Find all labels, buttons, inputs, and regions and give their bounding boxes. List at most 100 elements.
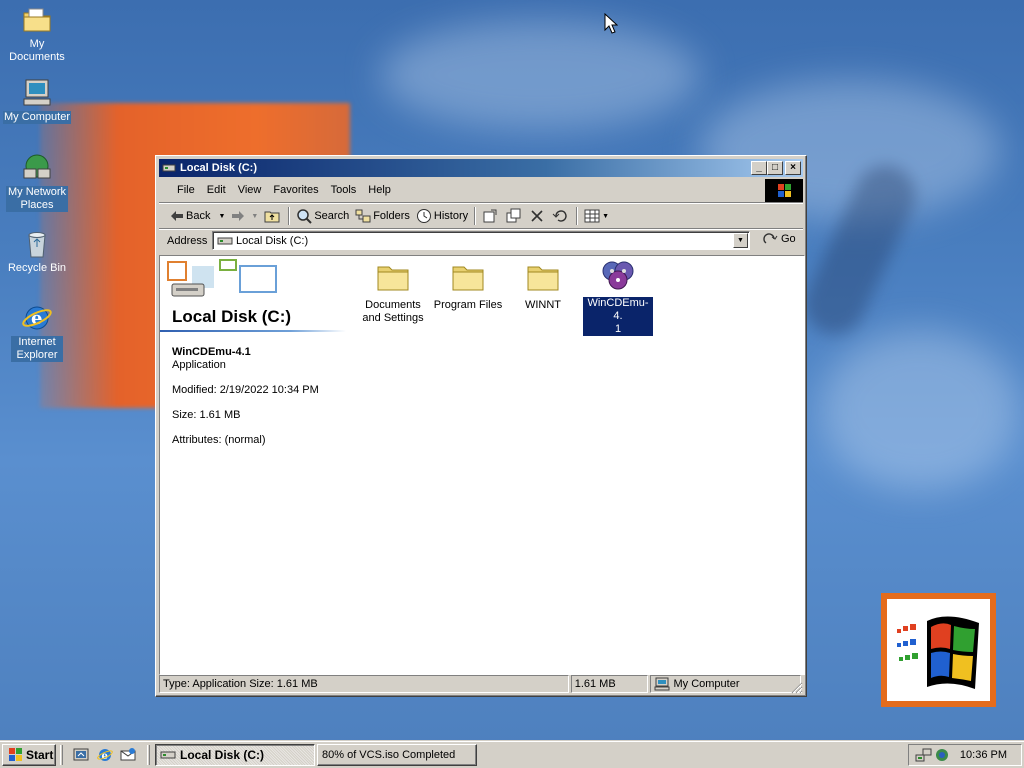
copy-to-button[interactable] (503, 205, 527, 227)
status-size: 1.61 MB (570, 675, 649, 693)
status-zone: My Computer (650, 675, 801, 693)
up-folder-icon (264, 211, 280, 223)
file-item-program-files[interactable]: Program Files (432, 261, 504, 312)
menu-file[interactable]: File (171, 184, 201, 196)
toolbar-separator (576, 207, 579, 225)
windows-flag-logo-icon (897, 616, 979, 689)
pane-divider (160, 330, 346, 332)
desktop-icon-label: Recycle Bin (7, 262, 67, 274)
folders-label: Folders (373, 210, 410, 222)
windows-2000-logo (881, 593, 996, 707)
back-arrow-icon (171, 211, 183, 221)
history-label: History (433, 210, 469, 222)
go-label: Go (781, 233, 796, 245)
chevron-down-icon: ▼ (218, 212, 226, 220)
forward-button[interactable]: ▼ (228, 205, 261, 227)
desktop-icon-internet-explorer[interactable]: e Internet Explorer (0, 302, 74, 362)
forward-arrow-icon (232, 211, 245, 221)
chevron-down-icon: ▼ (602, 212, 610, 220)
windows-throbber (765, 179, 803, 202)
standard-toolbar: Back ▼ ▼ Search Folders History ▼ (159, 204, 803, 228)
drive-icon (217, 237, 233, 244)
file-item-documents-and-settings[interactable]: Documents and Settings (357, 261, 429, 325)
minimize-button[interactable]: _ (751, 161, 767, 175)
delete-x-icon (531, 210, 543, 222)
views-button[interactable]: ▼ (581, 205, 612, 227)
desktop-icon-label: My Network Places (6, 186, 68, 212)
desktop-icon-recycle-bin[interactable]: Recycle Bin (0, 228, 74, 275)
desktop-icon-my-documents[interactable]: My Documents (0, 4, 74, 64)
menu-tools[interactable]: Tools (325, 184, 363, 196)
task-label: Local Disk (C:) (180, 748, 265, 762)
selected-file-size: Size: 1.61 MB (172, 409, 241, 421)
history-button[interactable]: History (413, 205, 471, 227)
go-arrow-icon (763, 233, 778, 244)
toolbar-separator (474, 207, 477, 225)
address-input[interactable]: Local Disk (C:) ▼ (212, 231, 750, 250)
network-places-icon (21, 152, 53, 184)
folder-icon (451, 261, 485, 293)
desktop-icon-label: My Computer (2, 111, 72, 124)
wallpaper-cloud (380, 20, 700, 130)
wallpaper-cloud (820, 330, 1020, 490)
address-value: Local Disk (C:) (236, 234, 309, 247)
file-item-winnt[interactable]: WINNT (507, 261, 579, 312)
web-view-pane: Local Disk (C:) WinCDEmu-4.1 Application… (160, 256, 350, 674)
show-desktop-icon[interactable] (73, 747, 89, 763)
search-button[interactable]: Search (293, 205, 352, 227)
address-dropdown-button[interactable]: ▼ (733, 233, 748, 248)
folder-icon (376, 261, 410, 293)
menu-bar: File Edit View Favorites Tools Help (159, 180, 803, 200)
volume-tray-icon[interactable] (934, 747, 950, 763)
web-view-banner-graphic (167, 259, 277, 297)
file-item-label: Documents and Settings (362, 299, 424, 324)
menu-favorites[interactable]: Favorites (267, 184, 324, 196)
menu-help[interactable]: Help (362, 184, 397, 196)
title-bar[interactable]: Local Disk (C:) _ □ × (159, 159, 803, 177)
my-computer-icon (21, 77, 53, 109)
back-button[interactable]: Back ▼ (167, 205, 228, 227)
maximize-button[interactable]: □ (767, 161, 783, 175)
resize-grip-icon[interactable] (791, 682, 803, 694)
move-to-button[interactable] (479, 205, 503, 227)
desktop-icon-network-places[interactable]: My Network Places (0, 152, 74, 212)
folders-button[interactable]: Folders (352, 205, 413, 227)
task-label: 80% of VCS.iso Completed (322, 749, 456, 761)
toolbar-separator (288, 207, 291, 225)
mouse-cursor-icon (604, 13, 618, 34)
menu-edit[interactable]: Edit (201, 184, 232, 196)
status-bar: Type: Application Size: 1.61 MB 1.61 MB … (159, 675, 803, 694)
taskbar: Start e Local Disk (C:) 80% of VCS.iso C… (0, 740, 1024, 768)
file-item-wincdemu[interactable]: WinCDEmu-4. 1 (582, 259, 654, 336)
up-folder-button[interactable] (261, 205, 285, 227)
desktop-icon-my-computer[interactable]: My Computer (0, 77, 74, 124)
delete-button[interactable] (527, 205, 549, 227)
clock[interactable]: 10:36 PM (960, 749, 1007, 761)
move-to-icon (483, 209, 497, 223)
taskbar-button-vcs-progress[interactable]: 80% of VCS.iso Completed (317, 744, 477, 766)
close-button[interactable]: × (785, 161, 801, 175)
desktop-icon-label: Internet Explorer (11, 336, 63, 362)
status-zone-label: My Computer (673, 678, 740, 690)
taskbar-grip[interactable] (147, 745, 150, 765)
menu-view[interactable]: View (232, 184, 268, 196)
chevron-down-icon: ▼ (251, 212, 259, 220)
start-button[interactable]: Start (2, 744, 56, 766)
go-button[interactable]: Go (763, 232, 796, 246)
start-label: Start (26, 748, 54, 762)
quick-launch-grip[interactable] (60, 745, 63, 765)
outlook-express-icon[interactable] (120, 747, 136, 763)
drive-icon (160, 751, 176, 759)
status-info: Type: Application Size: 1.61 MB (159, 675, 569, 693)
internet-explorer-icon[interactable]: e (97, 747, 113, 763)
desktop-icon-label: My Documents (9, 38, 65, 63)
taskbar-button-local-disk[interactable]: Local Disk (C:) (155, 744, 315, 766)
selected-file-attributes: Attributes: (normal) (172, 434, 266, 446)
my-documents-icon (21, 4, 53, 36)
network-tray-icon[interactable] (915, 747, 933, 763)
undo-button[interactable] (549, 205, 573, 227)
selected-file-modified: Modified: 2/19/2022 10:34 PM (172, 384, 319, 396)
file-item-label: WINNT (524, 299, 562, 311)
explorer-window[interactable]: Local Disk (C:) _ □ × File Edit View Fav… (155, 155, 807, 697)
folder-view[interactable]: Local Disk (C:) WinCDEmu-4.1 Application… (159, 255, 805, 675)
